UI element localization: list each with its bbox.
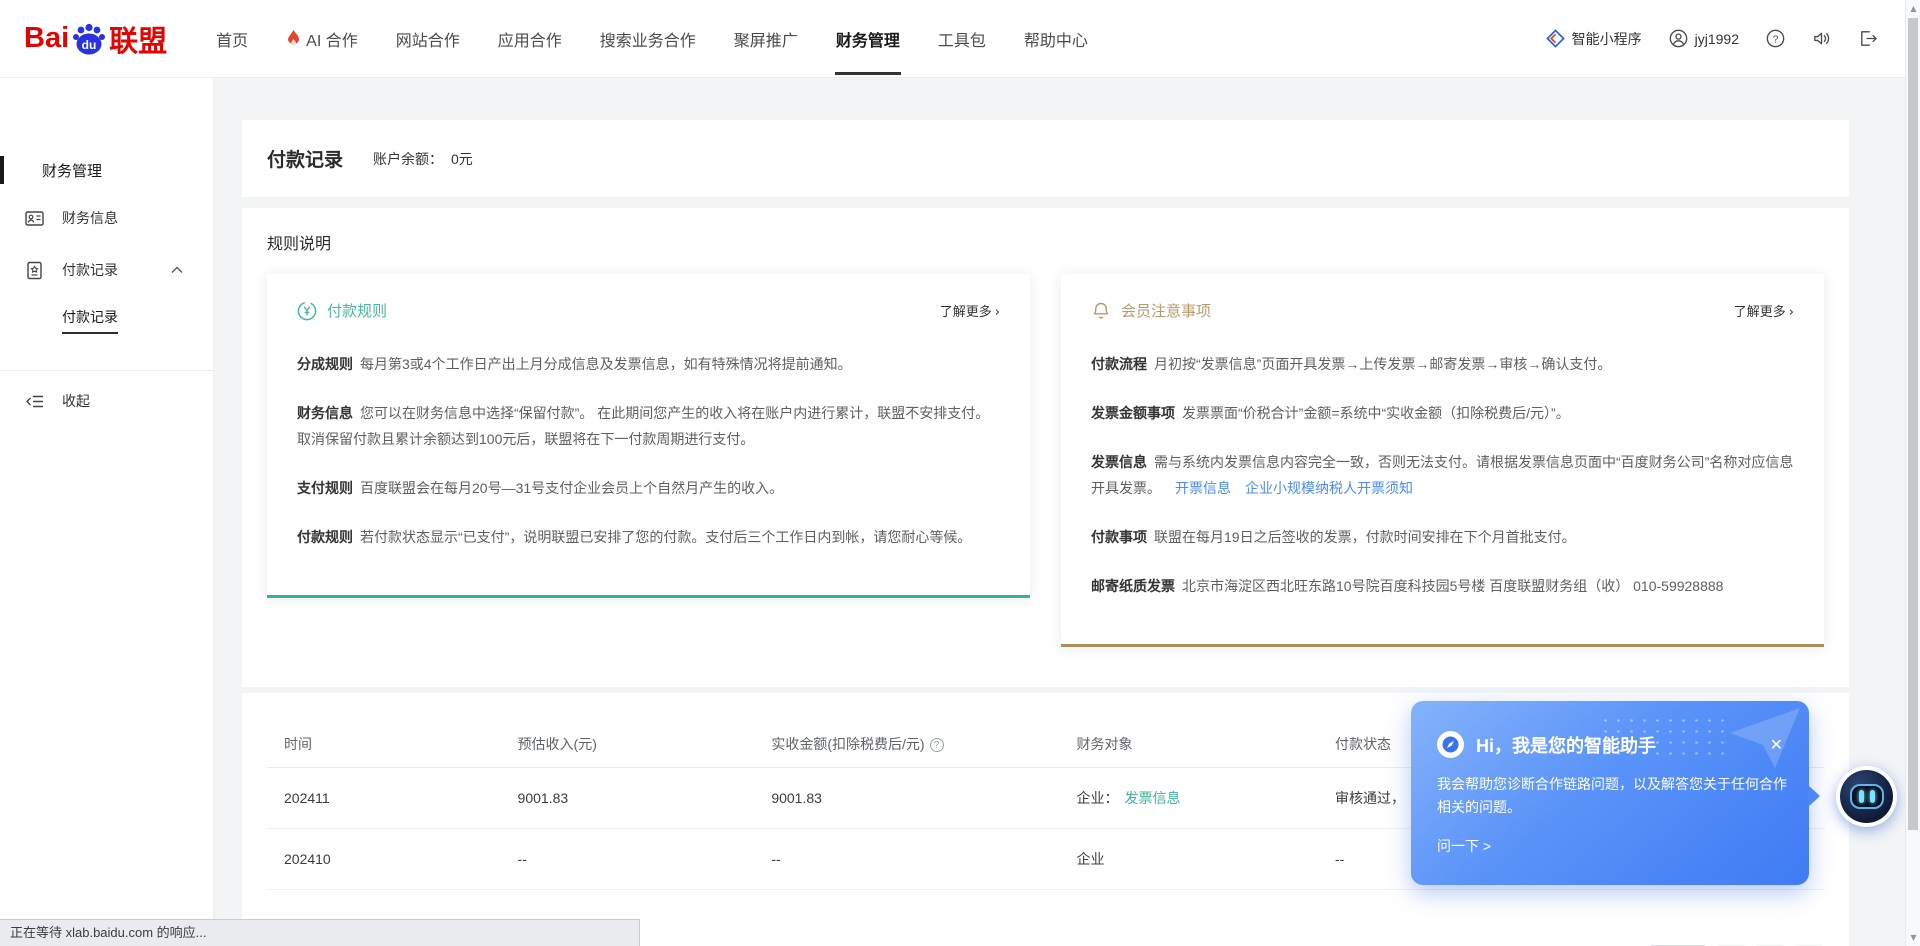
miniprogram-entry[interactable]: 智能小程序 [1546, 29, 1642, 49]
assistant-robot-button[interactable] [1836, 766, 1897, 827]
rule-item: 发票信息需与系统内发票信息内容完全一致，否则无法支付。请根据发票信息页面中“百度… [1091, 449, 1794, 501]
assistant-popup: Hi，我是您的智能助手 ✕ 我会帮助您诊断合作链路问题，以及解答您关于任何合作相… [1411, 701, 1809, 885]
sidebar-subitem-payment-records[interactable]: 付款记录 [0, 296, 213, 344]
cell-target: 企业：发票信息 [1060, 767, 1318, 828]
sidebar-item-payment-records[interactable]: 付款记录 [0, 244, 213, 296]
cell-estimated: -- [501, 828, 755, 889]
scroll-down-arrow[interactable]: ▼ [1906, 930, 1920, 945]
robot-face-icon [1840, 770, 1893, 823]
scrollbar-thumb[interactable] [1908, 18, 1918, 830]
rule-item: 支付规则百度联盟会在每月20号—31号支付企业会员上个自然月产生的收入。 [297, 475, 1000, 501]
sidebar-section-finance-management[interactable]: 财务管理 [0, 148, 213, 192]
user-icon [1669, 29, 1688, 48]
nav-toolkit[interactable]: 工具包 [919, 0, 1005, 78]
page-header-card: 付款记录 账户余额：0元 [242, 120, 1849, 197]
payment-rules-more-link[interactable]: 了解更多› [940, 301, 1000, 320]
chevron-up-icon [171, 266, 183, 274]
rule-item: 付款事项联盟在每月19日之后签收的发票，付款时间安排在下个月首批支付。 [1091, 524, 1794, 550]
rule-item: 付款流程月初按“发票信息”页面开具发票→上传发票→邮寄发票→审核→确认支付。 [1091, 351, 1794, 377]
cell-actual: -- [754, 828, 1059, 889]
nav-search-cooperation[interactable]: 搜索业务合作 [581, 0, 715, 78]
cell-time: 202410 [267, 828, 501, 889]
scroll-up-arrow[interactable]: ▲ [1906, 1, 1920, 16]
main-nav: 首页 AI 合作 网站合作 应用合作 搜索业务合作 聚屏推广 财务管理 工具包 … [197, 0, 1107, 78]
baidu-union-logo[interactable]: Bai du 联盟 [24, 18, 167, 60]
member-notes-card: 会员注意事项 了解更多› 付款流程月初按“发票信息”页面开具发票→上传发票→邮寄… [1061, 274, 1824, 647]
assistant-message: 我会帮助您诊断合作链路问题，以及解答您关于任何合作相关的问题。 [1437, 773, 1789, 819]
nav-home[interactable]: 首页 [197, 0, 267, 78]
sidebar-collapse-button[interactable]: 收起 [0, 371, 213, 431]
baidu-paw-icon: du [71, 21, 107, 57]
member-notes-more-link[interactable]: 了解更多› [1734, 301, 1794, 320]
nav-finance-management[interactable]: 财务管理 [817, 0, 919, 78]
rule-item: 发票金额事项发票票面“价税合计”金额=系统中“实收金额（扣除税费后/元）”。 [1091, 400, 1794, 426]
browser-status-tooltip: 正在等待 xlab.baidu.com 的响应... [0, 919, 640, 946]
user-account[interactable]: jyj1992 [1669, 29, 1739, 48]
col-estimated-income: 预估收入(元) [501, 721, 755, 767]
svg-text:?: ? [1773, 34, 1779, 45]
topbar-right-group: 智能小程序 jyj1992 ? [1546, 29, 1877, 49]
nav-app-cooperation[interactable]: 应用合作 [479, 0, 581, 78]
account-balance-value: 0元 [451, 151, 473, 167]
miniprogram-icon [1546, 29, 1565, 48]
nav-help-center[interactable]: 帮助中心 [1005, 0, 1107, 78]
logo-text-union: 联盟 [109, 18, 167, 60]
rules-heading: 规则说明 [267, 230, 1824, 254]
compass-icon [1437, 731, 1464, 758]
bell-icon [1091, 301, 1111, 321]
logout-icon[interactable] [1858, 29, 1877, 48]
assistant-title: Hi，我是您的智能助手 [1476, 732, 1656, 758]
rule-item: 邮寄纸质发票北京市海淀区西北旺东路10号院百度科技园5号楼 百度联盟财务组（收）… [1091, 573, 1794, 599]
col-actual-amount: 实收金额(扣除税费后/元)? [754, 721, 1059, 767]
help-tooltip-icon[interactable]: ? [930, 738, 944, 752]
finance-info-icon [25, 209, 44, 228]
top-navigation-bar: Bai du 联盟 首页 AI 合作 网站合作 应用合作 搜索业务合作 聚屏推广… [0, 0, 1905, 78]
nav-ai-cooperation[interactable]: AI 合作 [267, 0, 377, 78]
vertical-scrollbar: ▲ ▼ [1905, 0, 1920, 946]
rule-item: 分成规则每月第3或4个工作日产出上月分成信息及发票信息，如有特殊情况将提前通知。 [297, 351, 1000, 377]
invoice-info-link[interactable]: 开票信息 [1175, 480, 1231, 496]
invoice-info-row-link[interactable]: 发票信息 [1125, 790, 1181, 806]
col-time: 时间 [267, 721, 501, 767]
rule-item: 财务信息您可以在财务信息中选择“保留付款”。 在此期间您产生的收入将在账户内进行… [297, 400, 1000, 452]
svg-text:du: du [82, 38, 97, 52]
account-balance: 账户余额：0元 [373, 149, 473, 169]
close-icon[interactable]: ✕ [1770, 737, 1783, 753]
ask-now-link[interactable]: 问一下 > [1437, 836, 1491, 856]
collapse-icon [25, 392, 44, 411]
rules-section: 规则说明 付款规则 了解更多› 分成规则每月第3或4个工作日产出上月分成信息及发… [242, 208, 1849, 687]
sidebar: 财务管理 财务信息 付款记录 付款记录 收起 [0, 78, 214, 946]
help-icon[interactable]: ? [1766, 29, 1785, 48]
payment-records-icon [25, 261, 44, 280]
yuan-circle-icon [297, 301, 317, 321]
cell-estimated: 9001.83 [501, 767, 755, 828]
sound-icon[interactable] [1812, 29, 1831, 48]
page-title: 付款记录 [267, 145, 343, 172]
sidebar-item-finance-info[interactable]: 财务信息 [0, 192, 213, 244]
cell-time: 202411 [267, 767, 501, 828]
small-taxpayer-notice-link[interactable]: 企业小规模纳税人开票须知 [1245, 480, 1413, 496]
col-finance-target: 财务对象 [1060, 721, 1318, 767]
nav-website-cooperation[interactable]: 网站合作 [377, 0, 479, 78]
cell-actual: 9001.83 [754, 767, 1059, 828]
payment-rules-card: 付款规则 了解更多› 分成规则每月第3或4个工作日产出上月分成信息及发票信息，如… [267, 274, 1030, 598]
logo-text-bai: Bai [24, 22, 69, 55]
cell-target: 企业 [1060, 828, 1318, 889]
nav-screen-promotion[interactable]: 聚屏推广 [715, 0, 817, 78]
payment-rules-title: 付款规则 [327, 300, 387, 321]
rule-item: 付款规则若付款状态显示“已支付”，说明联盟已安排了您的付款。支付后三个工作日内到… [297, 524, 1000, 550]
member-notes-title: 会员注意事项 [1121, 300, 1211, 321]
flame-icon [286, 30, 301, 48]
